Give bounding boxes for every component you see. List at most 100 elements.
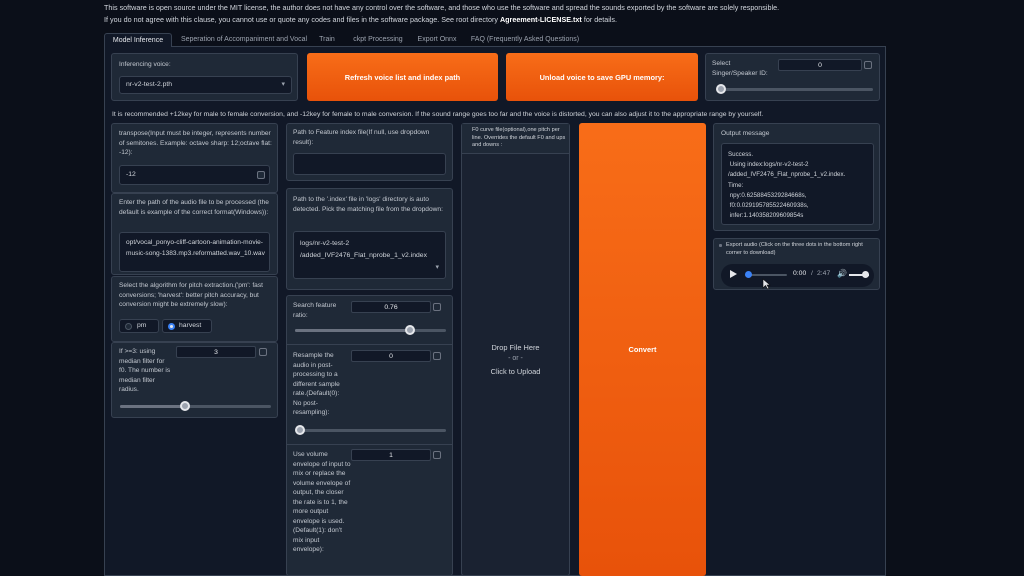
pitch-option-harvest[interactable]: harvest — [162, 319, 212, 333]
volume-slider[interactable] — [849, 271, 869, 278]
search-ratio-reset-icon[interactable] — [433, 303, 441, 311]
speaker-id-slider-handle[interactable] — [716, 84, 726, 94]
audio-progress-bar[interactable] — [745, 271, 787, 278]
tab-model-inference[interactable]: Model Inference — [104, 33, 172, 48]
search-ratio-label: Search feature ratio: — [293, 302, 337, 319]
tab-export-onnx[interactable]: Export Onnx — [416, 33, 458, 47]
audio-path-value: opt/vocal_ponyo-cliff-cartoon-animation-… — [126, 239, 265, 257]
dropzone-text: Drop File Here — [491, 343, 540, 352]
pitch-algorithm-label: Select the algorithm for pitch extractio… — [119, 282, 263, 308]
median-filter-reset-icon[interactable] — [259, 348, 267, 356]
resample-input[interactable]: 0 — [351, 350, 431, 362]
output-message-block: Output message Success. Using index:logs… — [713, 123, 880, 231]
volume-icon[interactable]: 🔊 — [837, 269, 847, 278]
audio-path-block: Enter the path of the audio file to be p… — [111, 193, 278, 275]
dropzone-or: - or - — [508, 355, 523, 362]
speaker-id-label: Select Singer/Speaker ID: — [712, 60, 768, 77]
voice-dropdown[interactable]: nr-v2-test-2.pth ▾ — [119, 76, 292, 94]
speaker-id-slider[interactable] — [716, 84, 873, 94]
export-audio-label: Export audio (Click on the three dots in… — [726, 242, 863, 256]
volume-envelope-reset-icon[interactable] — [433, 451, 441, 459]
audio-progress-handle[interactable] — [745, 271, 752, 278]
pitch-option-harvest-label: harvest — [179, 322, 202, 329]
tab-faq[interactable]: FAQ (Frequently Asked Questions) — [470, 33, 580, 47]
median-filter-block: If >=3: using median filter for f0. The … — [111, 342, 278, 418]
radio-harvest-icon[interactable] — [168, 323, 175, 330]
license-notice-suffix: for details. — [583, 15, 617, 24]
export-audio-block: Export audio (Click on the three dots in… — [713, 238, 880, 290]
play-icon[interactable] — [730, 270, 737, 278]
voice-select-label: Inferencing voice: — [119, 61, 171, 68]
f0-file-label: F0 curve file(optional),one pitch per li… — [472, 127, 566, 148]
voice-select-block: Inferencing voice: nr-v2-test-2.pth ▾ — [111, 53, 298, 101]
feature-index-input[interactable] — [293, 153, 446, 175]
index-dropdown-block: Path to the '.index' file in 'logs' dire… — [286, 188, 453, 290]
audio-icon — [719, 244, 722, 247]
divider — [287, 444, 452, 445]
pitch-algorithm-block: Select the algorithm for pitch extractio… — [111, 276, 278, 342]
output-message-box[interactable]: Success. Using index:logs/nr-v2-test-2 /… — [721, 143, 874, 225]
resample-slider-handle[interactable] — [295, 425, 305, 435]
resample-slider[interactable] — [295, 425, 446, 435]
median-filter-slider-fill — [120, 405, 185, 408]
audio-time-total: 2:47 — [817, 270, 831, 277]
transpose-block: transpose(Input must be integer, represe… — [111, 123, 278, 193]
license-notice-line1: This software is open source under the M… — [104, 3, 780, 12]
output-message-label: Output message — [721, 130, 770, 137]
tab-separation[interactable]: Seperation of Accompaniment and Vocal — [178, 33, 310, 47]
median-filter-slider-handle[interactable] — [179, 401, 190, 411]
unload-voice-button[interactable]: Unload voice to save GPU memory: — [506, 53, 698, 101]
speaker-id-input[interactable]: 0 — [778, 59, 862, 71]
pitch-option-pm-label: pm — [137, 322, 147, 329]
index-dropdown[interactable]: logs/nr-v2-test-2 /added_IVF2476_Flat_np… — [293, 231, 446, 279]
audio-time-current: 0:00 — [793, 270, 807, 277]
search-ratio-slider[interactable] — [295, 325, 446, 335]
transpose-reset-icon[interactable] — [257, 171, 265, 179]
tab-ckpt-processing[interactable]: ckpt Processing — [350, 33, 406, 47]
transpose-label: transpose(Input must be integer, represe… — [119, 130, 272, 156]
chevron-down-icon: ▾ — [281, 81, 285, 88]
audio-time-separator: / — [811, 270, 813, 277]
pitch-option-pm[interactable]: pm — [119, 319, 159, 333]
median-filter-input[interactable]: 3 — [176, 346, 256, 358]
median-filter-slider[interactable] — [120, 401, 271, 411]
convert-button[interactable]: Convert — [579, 123, 706, 576]
transpose-input[interactable]: -12 — [119, 165, 270, 185]
f0-file-dropzone[interactable]: Drop File Here - or - Click to Upload — [462, 154, 569, 575]
volume-envelope-label: Use volume envelope of input to mix or r… — [293, 451, 351, 553]
license-notice-text: If you do not agree with this clause, yo… — [104, 15, 498, 24]
dropzone-click: Click to Upload — [490, 367, 541, 376]
audio-path-input[interactable]: opt/vocal_ponyo-cliff-cartoon-animation-… — [119, 232, 270, 272]
resample-label: Resample the audio in post-processing to… — [293, 352, 340, 416]
audio-player[interactable]: 0:00 / 2:47 🔊 — [721, 264, 874, 287]
search-ratio-slider-fill — [295, 329, 410, 332]
radio-pm-icon[interactable] — [125, 323, 132, 330]
license-notice-line2: If you do not agree with this clause, yo… — [104, 15, 617, 24]
output-message-text: Success. Using index:logs/nr-v2-test-2 /… — [728, 151, 846, 220]
tab-bar: Model Inference Seperation of Accompanim… — [104, 33, 886, 48]
index-dropdown-label: Path to the '.index' file in 'logs' dire… — [293, 196, 443, 213]
search-ratio-slider-handle[interactable] — [404, 325, 415, 335]
transpose-value: -12 — [126, 171, 136, 178]
volume-slider-handle[interactable] — [862, 271, 869, 278]
voice-dropdown-value: nr-v2-test-2.pth — [126, 81, 173, 88]
search-ratio-input[interactable]: 0.76 — [351, 301, 431, 313]
median-filter-label: If >=3: using median filter for f0. The … — [119, 348, 171, 393]
post-processing-block: Search feature ratio: 0.76 Resample the … — [286, 295, 453, 576]
tab-train[interactable]: Train — [316, 33, 338, 47]
resample-reset-icon[interactable] — [433, 352, 441, 360]
chevron-down-icon: ▾ — [435, 264, 439, 271]
f0-file-block: F0 curve file(optional),one pitch per li… — [461, 123, 570, 576]
mouse-cursor-icon — [762, 278, 771, 290]
feature-index-label: Path to Feature index file(If null, use … — [293, 129, 430, 146]
audio-path-label: Enter the path of the audio file to be p… — [119, 199, 269, 216]
speaker-id-reset-icon[interactable] — [864, 61, 872, 69]
feature-index-block: Path to Feature index file(If null, use … — [286, 123, 453, 181]
divider — [287, 344, 452, 345]
volume-envelope-input[interactable]: 1 — [351, 449, 431, 461]
recommendation-text: It is recommended +12key for male to fem… — [112, 111, 764, 118]
index-dropdown-value: logs/nr-v2-test-2 /added_IVF2476_Flat_np… — [300, 240, 427, 259]
refresh-voice-button[interactable]: Refresh voice list and index path — [307, 53, 498, 101]
license-file-name: Agreement-LICENSE.txt — [499, 15, 582, 24]
f0-file-header: F0 curve file(optional),one pitch per li… — [462, 124, 569, 154]
